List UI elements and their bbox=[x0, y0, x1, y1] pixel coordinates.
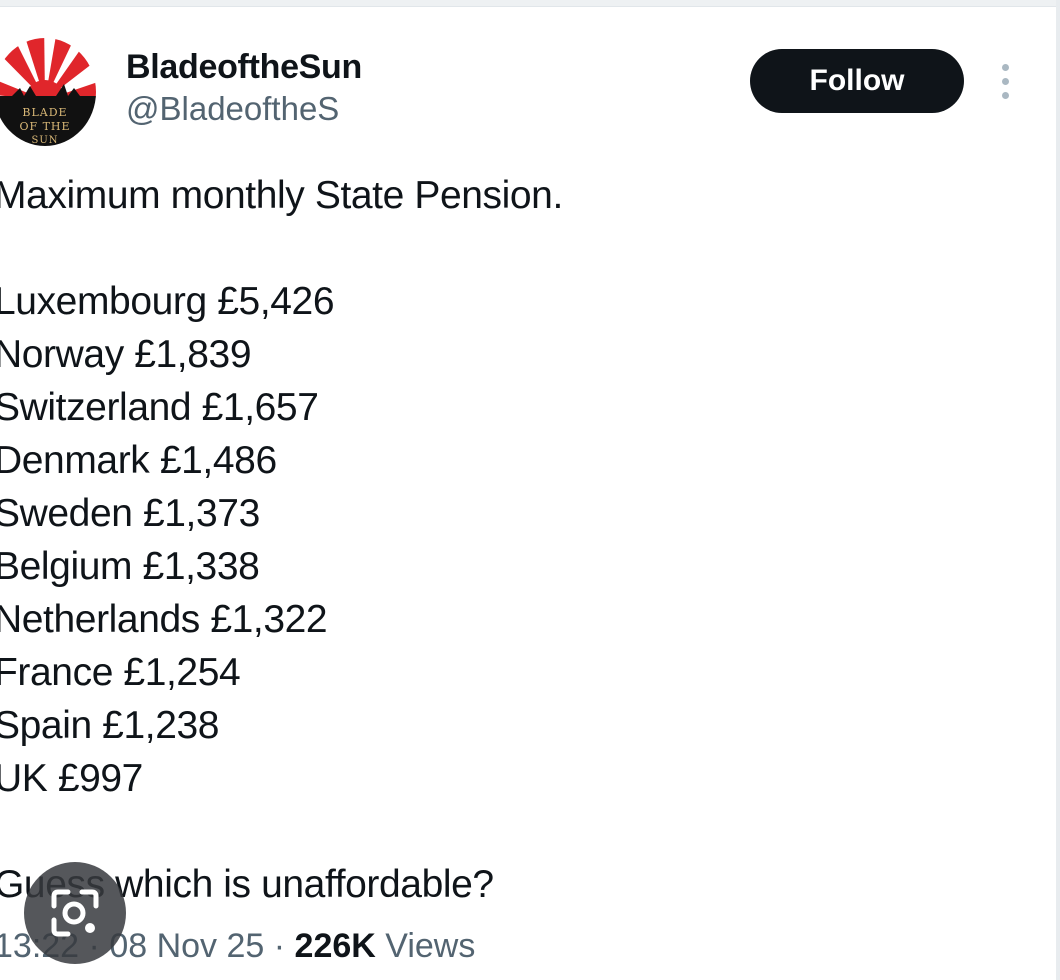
pension-entry: Switzerland £1,657 bbox=[0, 386, 319, 429]
more-options-button[interactable] bbox=[990, 60, 1022, 102]
pension-entry: Sweden £1,373 bbox=[0, 492, 260, 535]
svg-text:SUN: SUN bbox=[31, 135, 58, 146]
meta-separator: · bbox=[264, 927, 295, 965]
pension-entry: Belgium £1,338 bbox=[0, 545, 260, 588]
top-border bbox=[0, 0, 1060, 7]
pension-entry: Luxembourg £5,426 bbox=[0, 280, 335, 323]
pension-entry: Netherlands £1,322 bbox=[0, 598, 328, 641]
svg-text:BLADE: BLADE bbox=[22, 106, 67, 119]
pension-entry: Spain £1,238 bbox=[0, 704, 220, 747]
more-vertical-icon bbox=[1002, 64, 1009, 71]
author-handle[interactable]: @BladeoftheS bbox=[126, 90, 339, 128]
avatar[interactable]: BLADE OF THE SUN bbox=[0, 38, 96, 146]
pension-entry: Norway £1,839 bbox=[0, 333, 252, 376]
tweet-heading: Maximum monthly State Pension. bbox=[0, 174, 563, 217]
svg-text:OF THE: OF THE bbox=[19, 120, 70, 133]
tweet-text: Maximum monthly State Pension. Luxembour… bbox=[0, 169, 563, 911]
tweet-date[interactable]: 08 Nov 25 bbox=[109, 927, 264, 965]
more-vertical-icon-dot bbox=[1002, 78, 1009, 85]
lens-search-button[interactable] bbox=[24, 862, 126, 964]
pension-entry: Denmark £1,486 bbox=[0, 439, 277, 482]
lens-search-icon bbox=[51, 889, 99, 937]
follow-button[interactable]: Follow bbox=[750, 49, 964, 113]
avatar-rising-sun-icon: BLADE OF THE SUN bbox=[0, 38, 96, 146]
pension-entry: UK £997 bbox=[0, 757, 143, 800]
author-display-name[interactable]: BladeoftheSun bbox=[126, 48, 362, 87]
views-label: Views bbox=[375, 927, 476, 965]
right-border bbox=[1056, 0, 1060, 980]
more-vertical-icon-dot bbox=[1002, 92, 1009, 99]
views-count: 226K bbox=[294, 927, 376, 965]
pension-entry: France £1,254 bbox=[0, 651, 241, 694]
